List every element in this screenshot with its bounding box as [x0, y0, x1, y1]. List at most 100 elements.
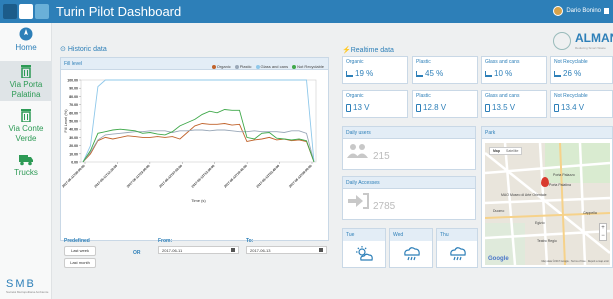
legend-item-organic[interactable]: Organic [211, 64, 231, 69]
sidebar-item-home[interactable]: Home [0, 27, 52, 55]
map-label: Egizio [535, 221, 545, 225]
map-marker-icon[interactable] [541, 177, 549, 187]
stat-organic-voltage: Organic 13 V [342, 90, 408, 118]
last-week-button[interactable]: Last week [64, 246, 96, 256]
compass-icon [19, 27, 33, 41]
bar-chart-icon [554, 70, 561, 77]
series-line-glass-and-cans [82, 79, 315, 163]
app-title: Turin Pilot Dashboard [56, 4, 182, 19]
sidebar-item-trucks[interactable]: Trucks [0, 149, 52, 179]
y-tick-label: 20.00 [69, 144, 78, 148]
city-logo [35, 4, 49, 19]
map-tab-map[interactable]: Map [490, 148, 503, 154]
legend-item-plastic[interactable]: Plastic [234, 64, 252, 69]
stat-value: 19 % [355, 69, 374, 78]
calendar-icon[interactable] [231, 248, 235, 252]
zoom-in-icon[interactable]: + [600, 224, 606, 232]
sign-in-icon [348, 193, 369, 209]
smb-logo-text: SMB [6, 278, 36, 290]
realtime-data-label: Realtime data [350, 47, 394, 54]
to-date-input[interactable]: 2017-06-13 [246, 246, 327, 254]
user-menu[interactable]: Dario Bonino [553, 6, 609, 16]
legend-item-glass[interactable]: Glass and cans [255, 64, 289, 69]
legend-swatch [255, 64, 260, 69]
map-label: Cappella [583, 211, 597, 215]
stat-label: Glass and cans [485, 59, 520, 65]
legend-label: Not Recyclable [297, 64, 324, 69]
map-tab-satellite[interactable]: Satellite [503, 148, 521, 154]
map-label: Teatro Regio [537, 239, 557, 243]
sidebar-item-via-conte-verde[interactable]: Via Conte Verde [0, 105, 52, 145]
legend-label: Glass and cans [260, 64, 289, 69]
map-view[interactable]: Map Satellite Porta Palazzo Porta Palati… [485, 143, 610, 265]
chart-legend: Organic Plastic Glass and cans Not Recyc… [211, 64, 324, 69]
from-date-input[interactable]: 2017-06-11 [158, 246, 239, 254]
stat-value: 10 % [494, 69, 513, 78]
fill-level-panel: Fill level Organic Plastic Glass and can… [60, 57, 329, 241]
zoom-out-icon[interactable]: − [600, 232, 606, 240]
to-label: To: [246, 238, 254, 244]
stat-label: Not Recyclable [554, 59, 588, 65]
battery-icon [554, 103, 559, 112]
smb-logo-tagline: Società Metropolitana Ambiente [6, 290, 49, 294]
stat-value: 13 V [353, 103, 370, 112]
stat-label: Organic [346, 59, 364, 65]
y-tick-label: 40.00 [69, 128, 78, 132]
x-tick-label: 2017-06-12T07:59:00 [158, 164, 183, 189]
weather-card-tue: Tue [342, 228, 386, 268]
map-label: Porta Palatina [549, 183, 571, 187]
stat-value: 26 % [563, 69, 582, 78]
stat-glass-voltage: Glass and cans 13.5 V [481, 90, 547, 118]
calendar-icon[interactable] [319, 248, 323, 252]
map-label: MAO Museo di Arte Orientale [501, 193, 547, 197]
x-tick-label: 2017-06-11T00:00:00 [61, 164, 86, 189]
weather-day: Tue [343, 229, 385, 241]
series-line-plastic [82, 129, 315, 163]
almanac-tagline: Reducing Smart Waste [575, 46, 606, 50]
user-name: Dario Bonino [566, 8, 601, 14]
battery-icon [346, 103, 351, 112]
stat-label: Organic [346, 93, 364, 99]
y-tick-label: 100.00 [67, 79, 78, 83]
stat-value: 45 % [425, 69, 444, 78]
daily-accesses-value: 2785 [373, 201, 396, 212]
almanac-badge-logo [19, 4, 33, 19]
fill-level-chart: 100.00 90.00 80.00 70.00 60.00 50.00 40.00 30.0… [61, 79, 317, 203]
y-tick-label: 50.00 [69, 120, 78, 124]
battery-icon [416, 103, 421, 112]
last-month-button[interactable]: Last month [64, 258, 96, 268]
sidebar-item-label: Via Conte Verde [8, 124, 44, 143]
daily-accesses-title: Daily Accesses [343, 177, 475, 189]
map-type-control: Map Satellite [489, 147, 523, 155]
stat-plastic-voltage: Plastic 12.8 V [412, 90, 478, 118]
bolt-icon: ⚡ [342, 47, 351, 54]
bar-chart-icon [416, 70, 423, 77]
legend-item-not-recyclable[interactable]: Not Recyclable [292, 64, 324, 69]
stat-not-recyclable-fill: Not Recyclable 26 % [550, 56, 613, 84]
daily-users-value: 215 [373, 151, 390, 162]
x-tick-label: 2017-06-13T09:00:00 [288, 164, 313, 189]
sun-cloud-icon [356, 246, 373, 261]
legend-label: Organic [216, 64, 231, 69]
map-label: Porta Palazzo [553, 173, 575, 177]
top-bar: Turin Pilot Dashboard Dario Bonino [0, 0, 613, 23]
legend-swatch [234, 64, 239, 69]
rain-icon [404, 247, 420, 261]
sidebar-item-label: Via Porta Palatina [9, 80, 43, 99]
or-label: OR [133, 250, 141, 256]
eu-logo [3, 4, 17, 19]
x-tick-label: 2017-06-11T23:05:00 [126, 164, 151, 189]
sidebar-item-via-porta-palatina[interactable]: Via Porta Palatina [0, 61, 52, 101]
map-zoom-control[interactable]: + − [599, 223, 607, 241]
stat-plastic-fill: Plastic 45 % [412, 56, 478, 84]
weather-card-thu: Thu [436, 228, 478, 268]
x-tick-label: 2017-06-13T03:45:00 [256, 164, 281, 189]
series-line-not-recyclable [82, 109, 315, 163]
map-attribution[interactable]: Map data ©2017 Google · Terms of Use · R… [541, 260, 609, 263]
avatar [553, 6, 564, 16]
x-tick-label: 2017-06-12T13:05:00 [191, 164, 216, 189]
battery-icon [485, 103, 490, 112]
plot-area [80, 79, 317, 163]
park-map-card: Park Map Satellite Porta Palazzo Porta P… [481, 126, 613, 268]
weather-card-wed: Wed [389, 228, 433, 268]
